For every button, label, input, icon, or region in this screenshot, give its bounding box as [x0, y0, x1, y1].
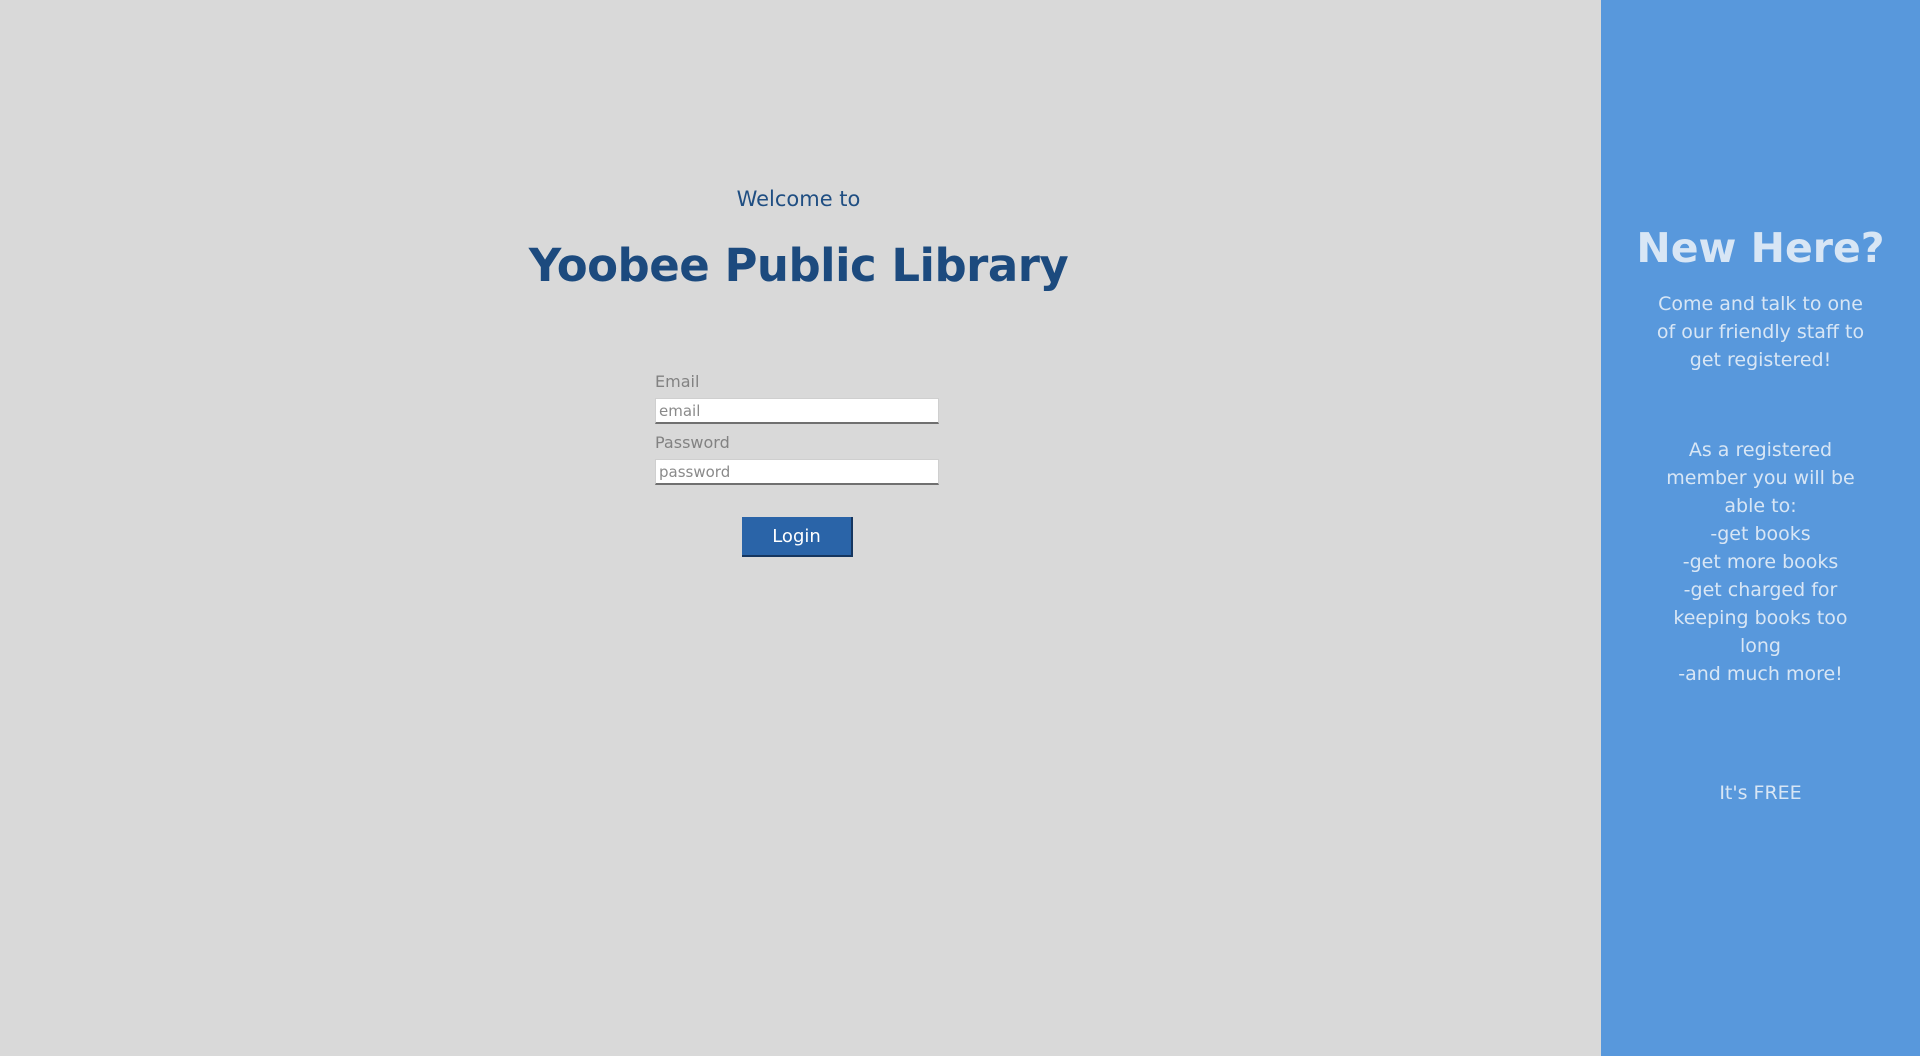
login-panel: Welcome to Yoobee Public Library Email P…: [0, 0, 1601, 1056]
page-title: Yoobee Public Library: [528, 239, 1069, 292]
sidebar-heading: New Here?: [1636, 224, 1885, 272]
email-field[interactable]: [655, 398, 939, 424]
login-button[interactable]: Login: [742, 517, 853, 557]
sidebar-benefits-text: As a registered member you will be able …: [1666, 439, 1855, 685]
new-here-sidebar: New Here? Come and talk to one of our fr…: [1601, 0, 1920, 1056]
email-label: Email: [655, 372, 700, 391]
password-label: Password: [655, 433, 730, 452]
sidebar-free-text: It's FREE: [1719, 782, 1802, 804]
welcome-text: Welcome to: [736, 187, 861, 211]
sidebar-intro-text: Come and talk to one of our friendly sta…: [1656, 293, 1865, 371]
password-field[interactable]: [655, 459, 939, 485]
